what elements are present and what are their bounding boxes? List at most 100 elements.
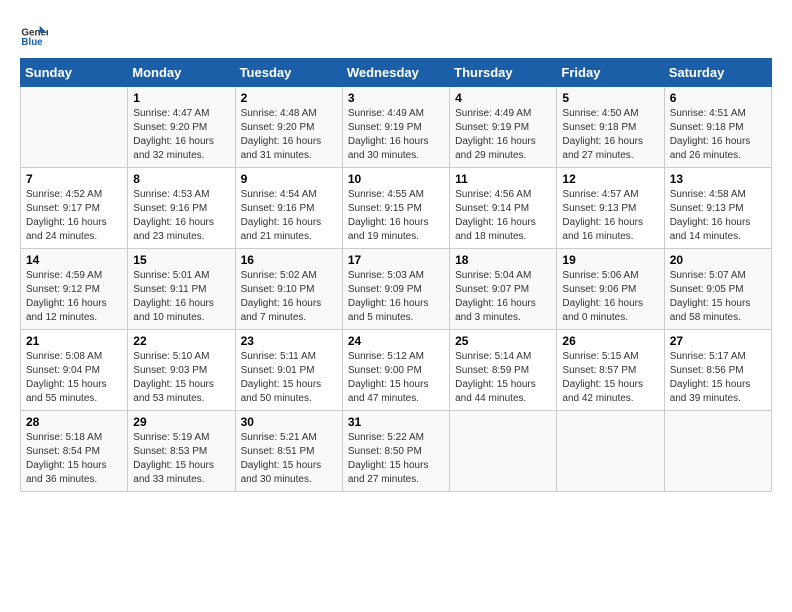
day-info: Sunrise: 5:11 AMSunset: 9:01 PMDaylight:… [241,350,337,406]
day-number: 24 [348,334,444,348]
day-info: Sunrise: 5:07 AMSunset: 9:05 PMDaylight:… [670,269,766,325]
day-info: Sunrise: 4:50 AMSunset: 9:18 PMDaylight:… [562,107,658,163]
day-number: 26 [562,334,658,348]
day-number: 7 [26,172,122,186]
calendar-cell: 19Sunrise: 5:06 AMSunset: 9:06 PMDayligh… [557,249,664,330]
calendar-cell: 15Sunrise: 5:01 AMSunset: 9:11 PMDayligh… [128,249,235,330]
day-number: 15 [133,253,229,267]
calendar-cell: 1Sunrise: 4:47 AMSunset: 9:20 PMDaylight… [128,87,235,168]
day-number: 17 [348,253,444,267]
day-number: 3 [348,91,444,105]
calendar-cell: 24 Sunrise: 5:12 AMSunset: 9:00 PMDayligh… [342,330,449,411]
calendar-cell: 4 Sunrise: 4:49 AMSunset: 9:19 PMDaylight… [450,87,557,168]
column-header-friday: Friday [557,59,664,87]
calendar-cell: 9Sunrise: 4:54 AMSunset: 9:16 PMDaylight… [235,168,342,249]
calendar-row: 21Sunrise: 5:08 AMSunset: 9:04 PMDayligh… [21,330,772,411]
day-info: Sunrise: 4:59 AMSunset: 9:12 PMDaylight:… [26,269,122,325]
day-number: 20 [670,253,766,267]
day-info: Sunrise: 4:52 AMSunset: 9:17 PMDaylight:… [26,188,122,244]
calendar-cell: 8 Sunrise: 4:53 AMSunset: 9:16 PMDaylight… [128,168,235,249]
day-info: Sunrise: 5:12 AMSunset: 9:00 PMDaylight:… [348,350,444,406]
day-info: Sunrise: 4:49 AMSunset: 9:19 PMDaylight:… [455,107,551,163]
calendar-cell [21,87,128,168]
calendar-cell: 16 Sunrise: 5:02 AMSunset: 9:10 PMDayligh… [235,249,342,330]
calendar-cell: 23 Sunrise: 5:11 AMSunset: 9:01 PMDayligh… [235,330,342,411]
calendar-cell: 10 Sunrise: 4:55 AMSunset: 9:15 PMDayligh… [342,168,449,249]
logo: General Blue [20,20,52,48]
day-number: 30 [241,415,337,429]
calendar-cell: 5 Sunrise: 4:50 AMSunset: 9:18 PMDaylight… [557,87,664,168]
calendar-cell: 18 Sunrise: 5:04 AMSunset: 9:07 PMDayligh… [450,249,557,330]
day-number: 21 [26,334,122,348]
column-header-sunday: Sunday [21,59,128,87]
day-info: Sunrise: 5:14 AMSunset: 8:59 PMDaylight:… [455,350,551,406]
column-header-thursday: Thursday [450,59,557,87]
day-info: Sunrise: 5:15 AMSunset: 8:57 PMDaylight:… [562,350,658,406]
day-info: Sunrise: 5:22 AMSunset: 8:50 PMDaylight:… [348,431,444,487]
calendar-row: 1Sunrise: 4:47 AMSunset: 9:20 PMDaylight… [21,87,772,168]
day-info: Sunrise: 4:49 AMSunset: 9:19 PMDaylight:… [348,107,444,163]
day-number: 10 [348,172,444,186]
calendar-row: 14 Sunrise: 4:59 AMSunset: 9:12 PMDayligh… [21,249,772,330]
day-number: 27 [670,334,766,348]
day-info: Sunrise: 5:10 AMSunset: 9:03 PMDaylight:… [133,350,229,406]
day-number: 25 [455,334,551,348]
day-number: 2 [241,91,337,105]
day-info: Sunrise: 5:04 AMSunset: 9:07 PMDaylight:… [455,269,551,325]
calendar-cell: 6Sunrise: 4:51 AMSunset: 9:18 PMDaylight… [664,87,771,168]
day-info: Sunrise: 4:51 AMSunset: 9:18 PMDaylight:… [670,107,766,163]
day-info: Sunrise: 4:54 AMSunset: 9:16 PMDaylight:… [241,188,337,244]
calendar-header-row: SundayMondayTuesdayWednesdayThursdayFrid… [21,59,772,87]
day-number: 19 [562,253,658,267]
day-number: 14 [26,253,122,267]
day-number: 11 [455,172,551,186]
day-number: 1 [133,91,229,105]
day-info: Sunrise: 5:18 AMSunset: 8:54 PMDaylight:… [26,431,122,487]
page-header: General Blue [20,20,772,48]
day-info: Sunrise: 4:55 AMSunset: 9:15 PMDaylight:… [348,188,444,244]
calendar-cell: 12 Sunrise: 4:57 AMSunset: 9:13 PMDayligh… [557,168,664,249]
calendar-cell: 3 Sunrise: 4:49 AMSunset: 9:19 PMDaylight… [342,87,449,168]
day-info: Sunrise: 4:57 AMSunset: 9:13 PMDaylight:… [562,188,658,244]
day-number: 13 [670,172,766,186]
calendar-cell [557,411,664,492]
calendar-cell [664,411,771,492]
calendar-cell: 22 Sunrise: 5:10 AMSunset: 9:03 PMDayligh… [128,330,235,411]
calendar-cell: 27 Sunrise: 5:17 AMSunset: 8:56 PMDayligh… [664,330,771,411]
day-info: Sunrise: 5:02 AMSunset: 9:10 PMDaylight:… [241,269,337,325]
calendar-cell [450,411,557,492]
day-number: 18 [455,253,551,267]
calendar-row: 28 Sunrise: 5:18 AMSunset: 8:54 PMDayligh… [21,411,772,492]
day-number: 29 [133,415,229,429]
calendar-cell: 31 Sunrise: 5:22 AMSunset: 8:50 PMDayligh… [342,411,449,492]
calendar-cell: 21Sunrise: 5:08 AMSunset: 9:04 PMDayligh… [21,330,128,411]
day-info: Sunrise: 5:17 AMSunset: 8:56 PMDaylight:… [670,350,766,406]
calendar-cell: 14 Sunrise: 4:59 AMSunset: 9:12 PMDayligh… [21,249,128,330]
day-number: 5 [562,91,658,105]
calendar-cell: 20 Sunrise: 5:07 AMSunset: 9:05 PMDayligh… [664,249,771,330]
calendar-cell: 25 Sunrise: 5:14 AMSunset: 8:59 PMDayligh… [450,330,557,411]
day-number: 8 [133,172,229,186]
day-info: Sunrise: 4:53 AMSunset: 9:16 PMDaylight:… [133,188,229,244]
svg-text:Blue: Blue [21,37,43,48]
day-number: 12 [562,172,658,186]
calendar-cell: 17 Sunrise: 5:03 AMSunset: 9:09 PMDayligh… [342,249,449,330]
calendar-cell: 2Sunrise: 4:48 AMSunset: 9:20 PMDaylight… [235,87,342,168]
day-info: Sunrise: 4:56 AMSunset: 9:14 PMDaylight:… [455,188,551,244]
day-number: 4 [455,91,551,105]
day-number: 22 [133,334,229,348]
calendar-cell: 30Sunrise: 5:21 AMSunset: 8:51 PMDayligh… [235,411,342,492]
day-number: 16 [241,253,337,267]
calendar-cell: 7 Sunrise: 4:52 AMSunset: 9:17 PMDaylight… [21,168,128,249]
column-header-monday: Monday [128,59,235,87]
column-header-wednesday: Wednesday [342,59,449,87]
day-number: 28 [26,415,122,429]
day-info: Sunrise: 5:03 AMSunset: 9:09 PMDaylight:… [348,269,444,325]
column-header-tuesday: Tuesday [235,59,342,87]
day-number: 31 [348,415,444,429]
calendar-row: 7 Sunrise: 4:52 AMSunset: 9:17 PMDaylight… [21,168,772,249]
day-number: 23 [241,334,337,348]
day-info: Sunrise: 4:58 AMSunset: 9:13 PMDaylight:… [670,188,766,244]
day-info: Sunrise: 5:19 AMSunset: 8:53 PMDaylight:… [133,431,229,487]
calendar-cell: 29 Sunrise: 5:19 AMSunset: 8:53 PMDayligh… [128,411,235,492]
